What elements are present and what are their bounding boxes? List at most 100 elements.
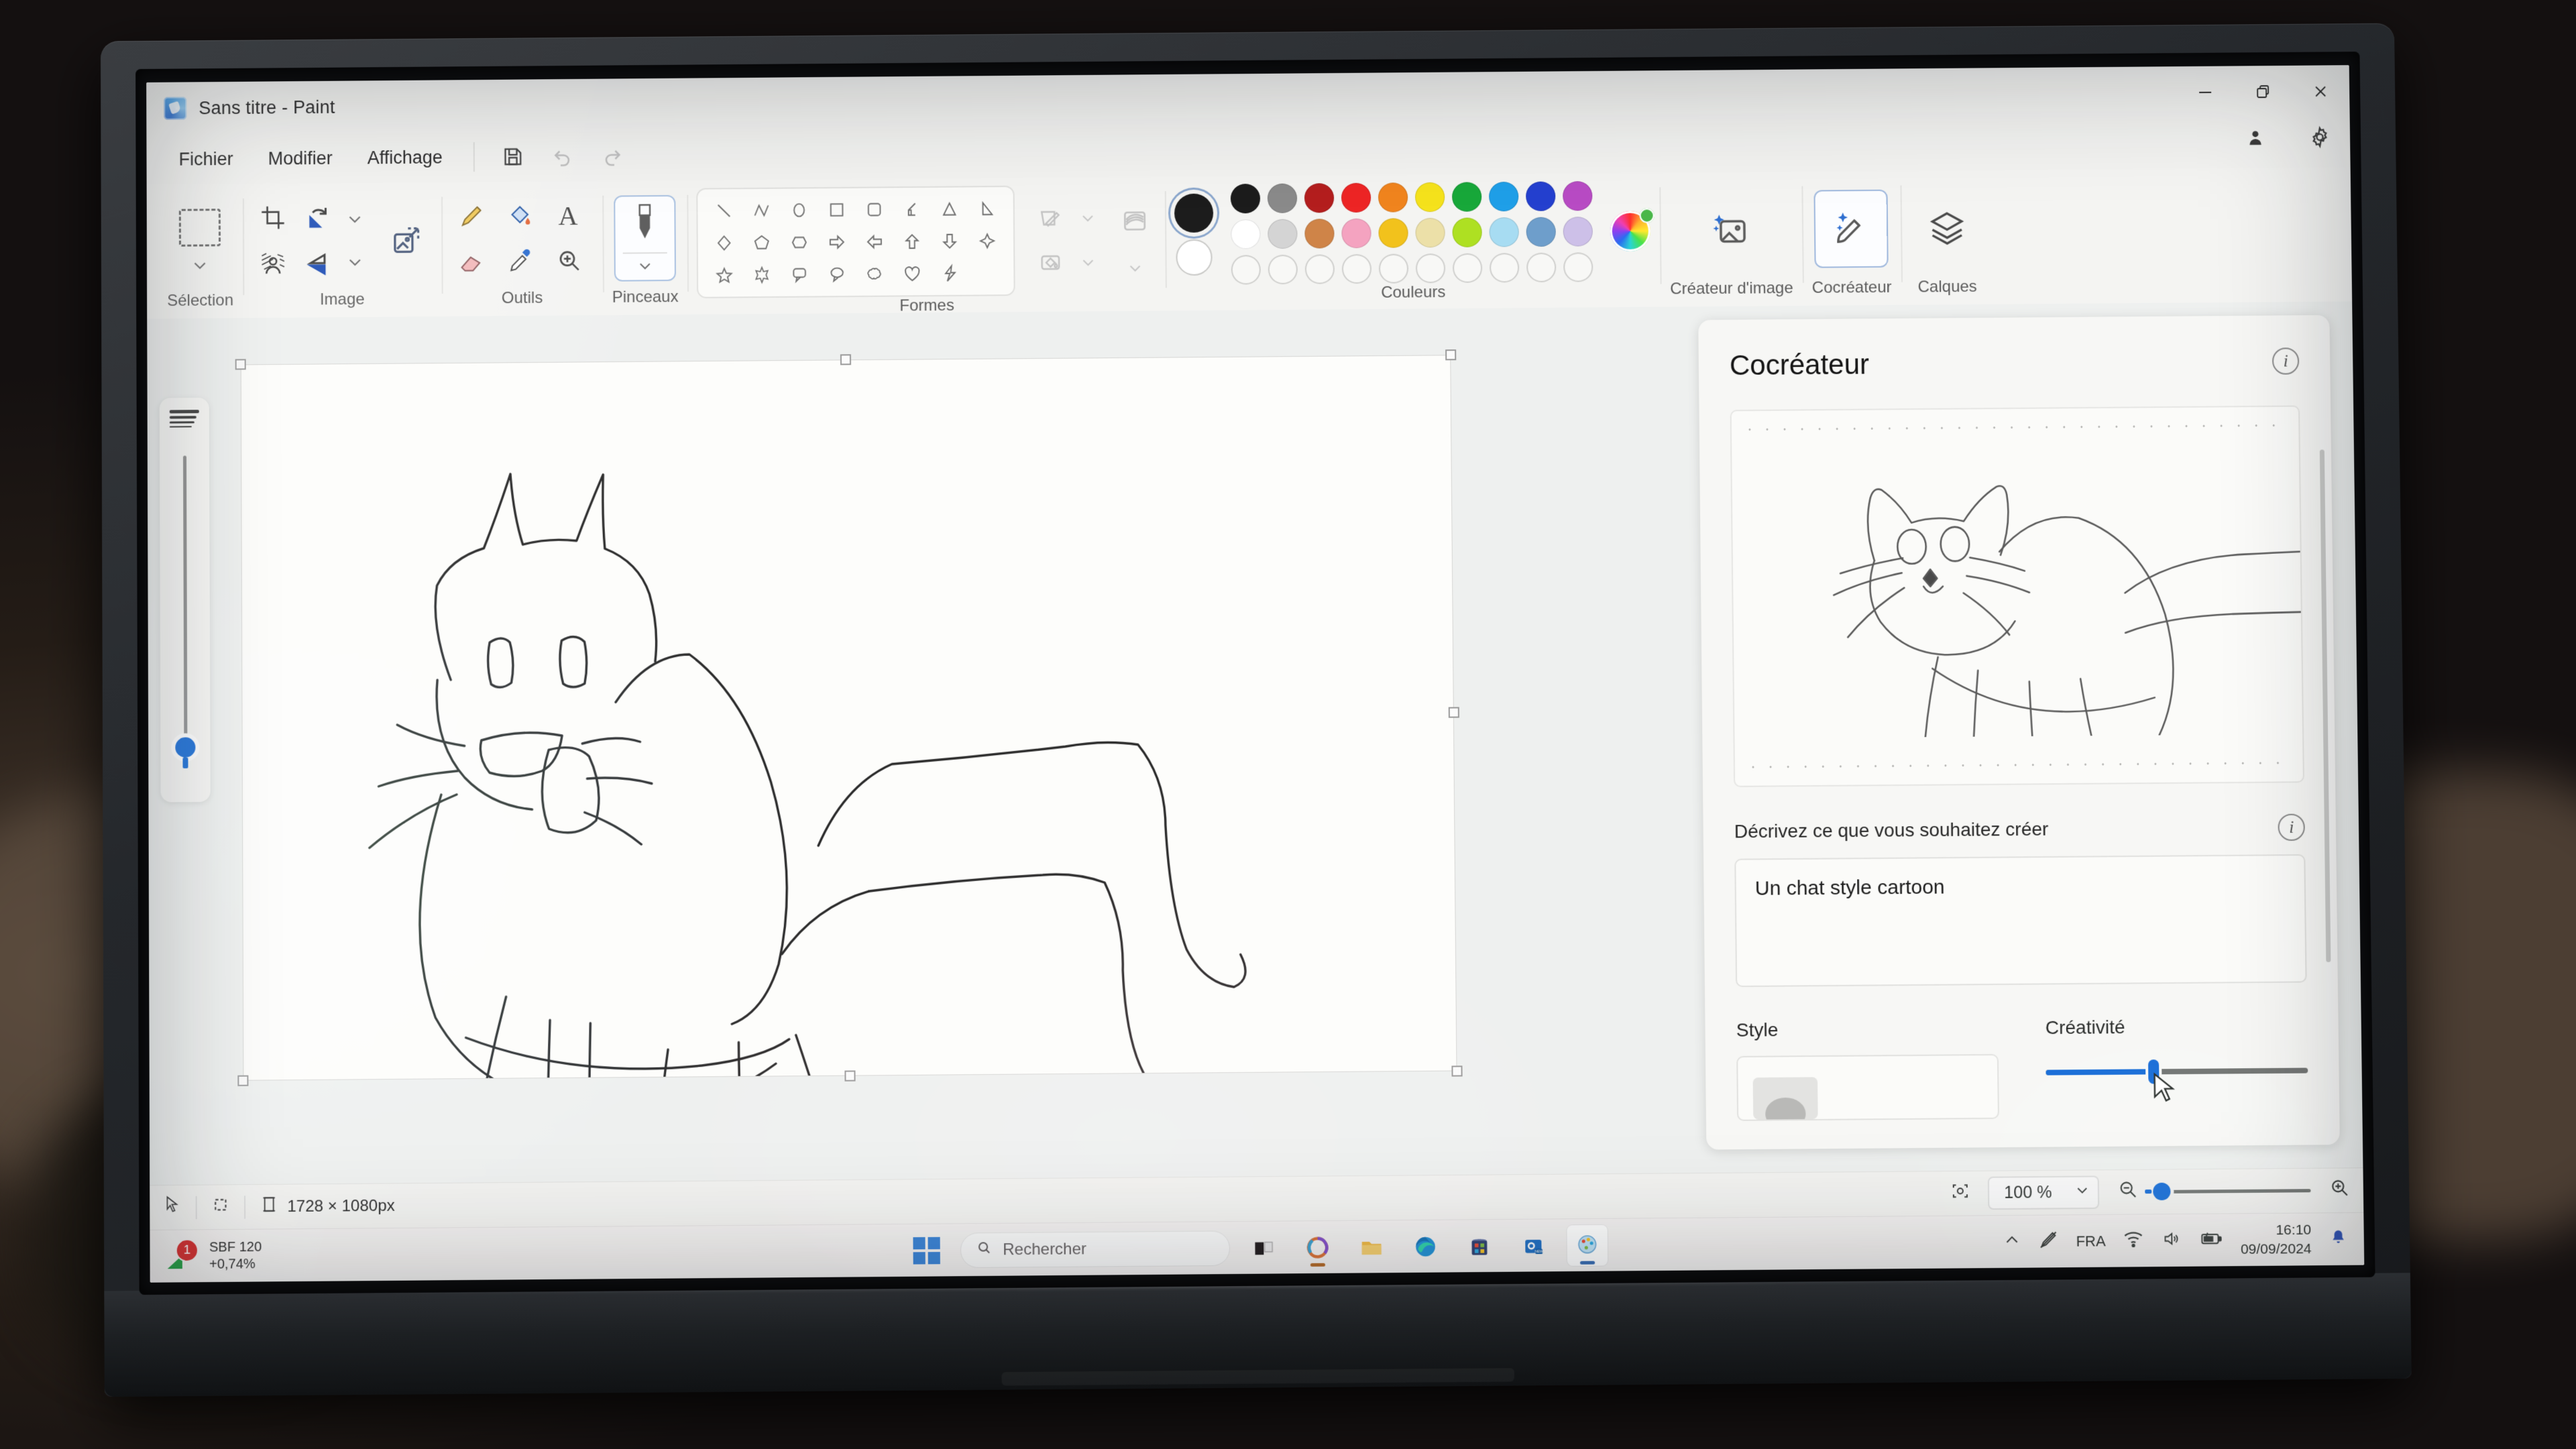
brush-size-track[interactable] (182, 455, 187, 743)
crop-tool[interactable] (252, 196, 294, 239)
color-swatch[interactable] (1526, 181, 1556, 211)
prompt-input[interactable]: Un chat style cartoon (1734, 854, 2307, 988)
file-explorer-icon[interactable] (1351, 1226, 1392, 1267)
brushes-dropdown-chevron-down-icon[interactable] (634, 254, 657, 277)
prompt-info-icon[interactable]: i (2278, 813, 2305, 842)
empty-color-slot[interactable] (1268, 254, 1298, 285)
minimize-button[interactable] (2176, 66, 2235, 119)
color-swatch[interactable] (1231, 183, 1261, 214)
canvas-handle-top-center[interactable] (840, 354, 852, 365)
color-swatch[interactable] (1415, 217, 1446, 248)
empty-color-slot[interactable] (1563, 252, 1593, 282)
canvas-handle-middle-right[interactable] (1448, 707, 1459, 718)
cocreator-button[interactable] (1813, 189, 1889, 268)
empty-color-slot[interactable] (1342, 253, 1372, 284)
rotate-dropdown-chevron-down-icon[interactable] (343, 208, 366, 231)
account-icon[interactable] (2240, 122, 2272, 153)
cocreator-preview[interactable] (1730, 405, 2304, 787)
color-swatch[interactable] (1489, 217, 1520, 247)
paint-canvas[interactable] (235, 349, 1463, 1086)
shape-rounded-rectangle[interactable] (858, 194, 891, 224)
restore-button[interactable] (2234, 66, 2292, 119)
wifi-icon[interactable] (2123, 1230, 2144, 1252)
windows-start-icon[interactable] (906, 1230, 947, 1271)
color-swatch[interactable] (1304, 183, 1335, 213)
menu-modifier[interactable]: Modifier (254, 141, 347, 175)
redo-icon[interactable] (590, 136, 634, 176)
zoom-level-select[interactable]: 100 % (1987, 1175, 2100, 1210)
microsoft-store-icon[interactable] (1459, 1226, 1500, 1267)
shape-oval[interactable] (783, 195, 816, 225)
color-swatch[interactable] (1526, 217, 1557, 247)
task-view-icon[interactable] (1243, 1227, 1284, 1268)
color-swatch[interactable] (1452, 182, 1482, 212)
shape-fill-dropdown-chevron-down-icon[interactable] (1077, 251, 1100, 274)
edge-icon[interactable] (1405, 1226, 1446, 1267)
shape-four-point-star[interactable] (970, 226, 1004, 255)
shape-arrow-left[interactable] (858, 227, 891, 256)
info-icon[interactable]: i (2272, 347, 2300, 375)
shape-curve[interactable] (745, 196, 779, 225)
canvas-handle-bottom-left[interactable] (237, 1075, 249, 1086)
copilot-icon[interactable] (1297, 1227, 1338, 1268)
brush-size-thumb[interactable] (175, 737, 196, 758)
shape-pentagon[interactable] (745, 228, 779, 257)
remove-background-tool[interactable] (252, 243, 294, 286)
shape-arrow-up[interactable] (895, 227, 929, 256)
notification-bell-icon[interactable] (2329, 1228, 2348, 1251)
shape-lightning[interactable] (934, 259, 967, 288)
shape-heart[interactable] (896, 259, 930, 288)
battery-charging-icon[interactable] (2198, 1230, 2223, 1251)
shape-speech-bubble-oval[interactable] (820, 259, 854, 289)
resize-image-tool[interactable] (381, 215, 432, 266)
empty-color-slot[interactable] (1305, 254, 1335, 284)
paint-icon[interactable] (1567, 1224, 1608, 1266)
volume-icon[interactable] (2161, 1230, 2182, 1252)
shape-right-triangle-4[interactable] (895, 194, 929, 224)
shape-diamond[interactable] (708, 228, 741, 257)
brushes-tool[interactable] (614, 194, 677, 282)
style-selector[interactable] (1736, 1053, 1999, 1121)
canvas-handle-bottom-center[interactable] (844, 1070, 856, 1082)
color-swatch[interactable] (1452, 217, 1483, 247)
empty-color-slot[interactable] (1526, 252, 1557, 283)
rectangular-selection-tool[interactable] (179, 207, 221, 249)
shape-stroke-style-tool[interactable] (1114, 200, 1156, 242)
cocreator-scrollbar[interactable] (2319, 449, 2331, 962)
close-button[interactable] (2292, 65, 2350, 118)
zoom-out-icon[interactable] (2117, 1179, 2139, 1206)
layers-button[interactable] (1909, 189, 1984, 268)
empty-color-slot[interactable] (1416, 253, 1446, 284)
image-creator-button[interactable] (1693, 190, 1768, 269)
shape-right-triangle[interactable] (970, 194, 1004, 223)
shape-arrow-right[interactable] (820, 227, 854, 257)
clock[interactable]: 16:10 09/09/2024 (2240, 1221, 2312, 1259)
magnifier-tool[interactable] (547, 240, 589, 282)
creativity-slider[interactable] (2046, 1059, 2308, 1075)
flip-tool[interactable] (298, 243, 339, 286)
text-tool[interactable]: A (547, 194, 589, 237)
color-picker-tool[interactable] (499, 241, 541, 283)
shape-cloud-callout[interactable] (858, 259, 892, 288)
color-swatch[interactable] (1563, 217, 1593, 247)
shape-fill-tool[interactable] (1030, 241, 1072, 284)
shape-five-point-star[interactable] (708, 260, 741, 290)
settings-gear-icon[interactable] (2304, 121, 2336, 152)
fit-to-window-icon[interactable] (1950, 1181, 1971, 1206)
color-swatch[interactable] (1341, 182, 1371, 213)
primary-color-swatch[interactable] (1174, 193, 1214, 233)
outlook-new-icon[interactable]: NEW (1513, 1225, 1554, 1266)
shape-triangle[interactable] (933, 194, 966, 223)
rotate-tool[interactable] (298, 196, 339, 239)
stock-widget[interactable]: 1 SBF 120 +0,74% (167, 1238, 262, 1273)
empty-color-slot[interactable] (1453, 253, 1483, 283)
color-swatch[interactable] (1378, 218, 1409, 248)
language-indicator[interactable]: FRA (2076, 1232, 2106, 1251)
shape-stroke-dropdown-chevron-down-icon[interactable] (1124, 256, 1147, 279)
color-swatch[interactable] (1415, 182, 1445, 213)
color-swatch[interactable] (1231, 219, 1262, 249)
shape-outline-dropdown-chevron-down-icon[interactable] (1076, 207, 1099, 229)
empty-color-slot[interactable] (1379, 253, 1409, 284)
color-swatch[interactable] (1268, 183, 1298, 213)
zoom-slider-thumb[interactable] (2153, 1182, 2171, 1201)
